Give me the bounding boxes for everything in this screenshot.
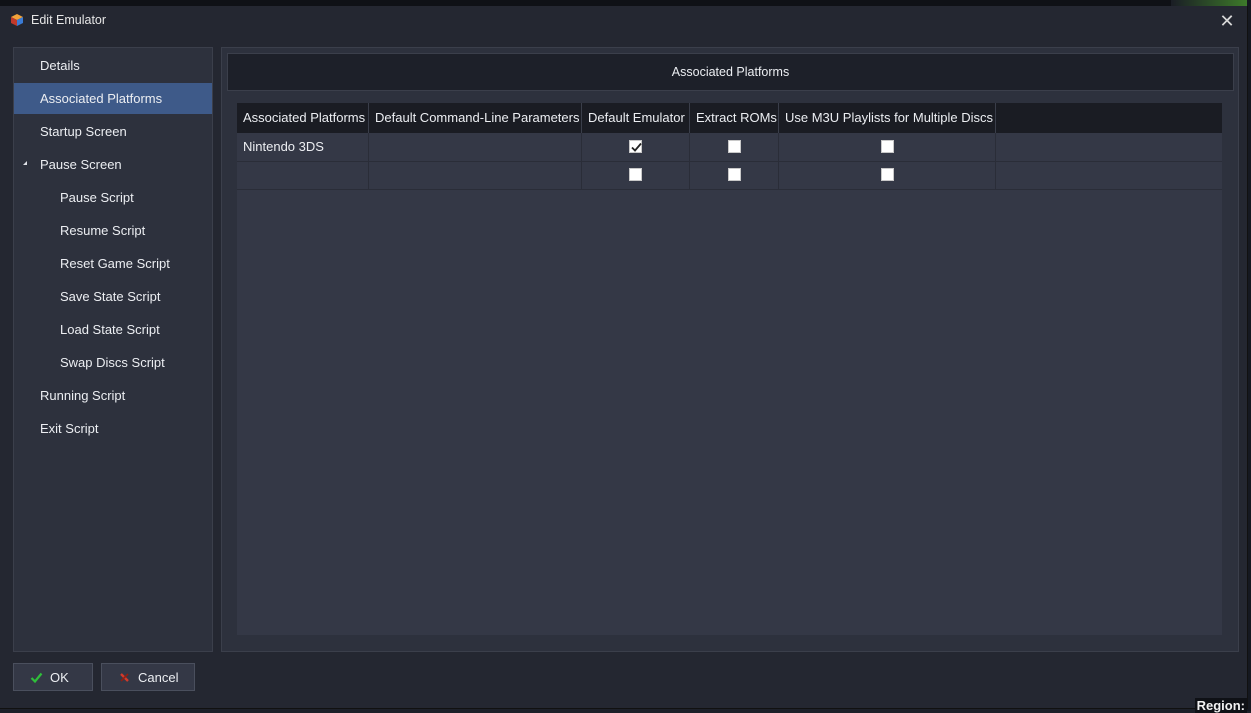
use-m3u-checkbox[interactable] [881,168,894,181]
nav-item[interactable]: Reset Game Script [14,248,212,279]
filler-cell [996,133,1222,161]
nav-item-label: Details [40,58,80,73]
checkmark-icon [30,672,43,684]
nav-item[interactable]: Pause Script [14,182,212,213]
nav-item-label: Pause Screen [40,157,122,172]
extract-roms-cell [690,133,779,161]
use-m3u-checkbox[interactable] [881,140,894,153]
column-header[interactable]: Associated Platforms [237,103,369,133]
check-icon [631,142,642,152]
panel-header: Associated Platforms [227,53,1234,91]
extract-roms-cell [690,161,779,189]
nav-item-label: Load State Script [60,322,160,337]
nav-item[interactable]: Exit Script [14,413,212,444]
nav-item-label: Startup Screen [40,124,127,139]
column-header[interactable]: Extract ROMs [690,103,779,133]
extract-roms-checkbox[interactable] [728,168,741,181]
use-m3u-cell [779,133,996,161]
window-title: Edit Emulator [31,13,107,27]
column-header[interactable]: Use M3U Playlists for Multiple Discs [779,103,996,133]
edit-emulator-dialog: Edit Emulator ✕ Details Associated Platfo… [0,6,1248,709]
expand-arrow-icon[interactable] [23,161,27,165]
column-header-filler [996,103,1222,133]
nav-item-label: Associated Platforms [40,91,163,106]
nav-item-label: Save State Script [60,289,161,304]
nav-item-label: Exit Script [40,421,99,436]
ok-button[interactable]: OK [13,663,93,691]
use-m3u-cell [779,161,996,189]
platform-cell: Nintendo 3DS [237,133,369,161]
cancel-button[interactable]: Cancel [101,663,195,691]
column-header[interactable]: Default Emulator [582,103,690,133]
nav-item[interactable]: Swap Discs Script [14,347,212,378]
default-emulator-checkbox[interactable] [629,168,642,181]
nav-item[interactable]: Resume Script [14,215,212,246]
cancel-label: Cancel [138,670,179,685]
extract-roms-checkbox[interactable] [728,140,741,153]
nav-item-label: Pause Script [60,190,134,205]
params-cell[interactable] [369,161,582,189]
nav-item-label: Resume Script [60,223,146,238]
nav-item-label: Reset Game Script [60,256,170,271]
nav-item[interactable]: Details [14,50,212,81]
title-bar[interactable]: Edit Emulator ✕ [0,6,1247,34]
nav-item[interactable]: Running Script [14,380,212,411]
nav-item[interactable]: Load State Script [14,314,212,345]
filler-cell [996,161,1222,189]
platforms-grid: Associated Platforms Default Command-Line… [237,103,1222,635]
grid-header-row: Associated Platforms Default Command-Line… [237,103,1222,133]
default-emulator-checkbox[interactable] [629,140,642,153]
settings-nav: Details Associated Platforms Startup Scree… [13,47,213,652]
nav-item-label: Running Script [40,388,126,403]
cancel-x-icon [120,673,129,682]
nav-item-label: Swap Discs Script [60,355,165,370]
close-icon[interactable]: ✕ [1217,11,1237,31]
content-panel: Associated Platforms Associated Platform… [221,47,1239,652]
nav-item[interactable]: Startup Screen [14,116,212,147]
default-emulator-cell [582,161,690,189]
table-row[interactable]: Nintendo 3DS [237,133,1222,162]
nav-item[interactable]: Save State Script [14,281,212,312]
table-row[interactable] [237,161,1222,190]
default-emulator-cell [582,133,690,161]
params-cell[interactable] [369,133,582,161]
ok-label: OK [50,670,69,685]
platform-cell [237,161,369,189]
nav-item[interactable]: Pause Screen [14,149,212,180]
column-header[interactable]: Default Command-Line Parameters [369,103,582,133]
nav-item[interactable]: Associated Platforms [14,83,212,114]
launchbox-cube-icon [11,14,23,26]
